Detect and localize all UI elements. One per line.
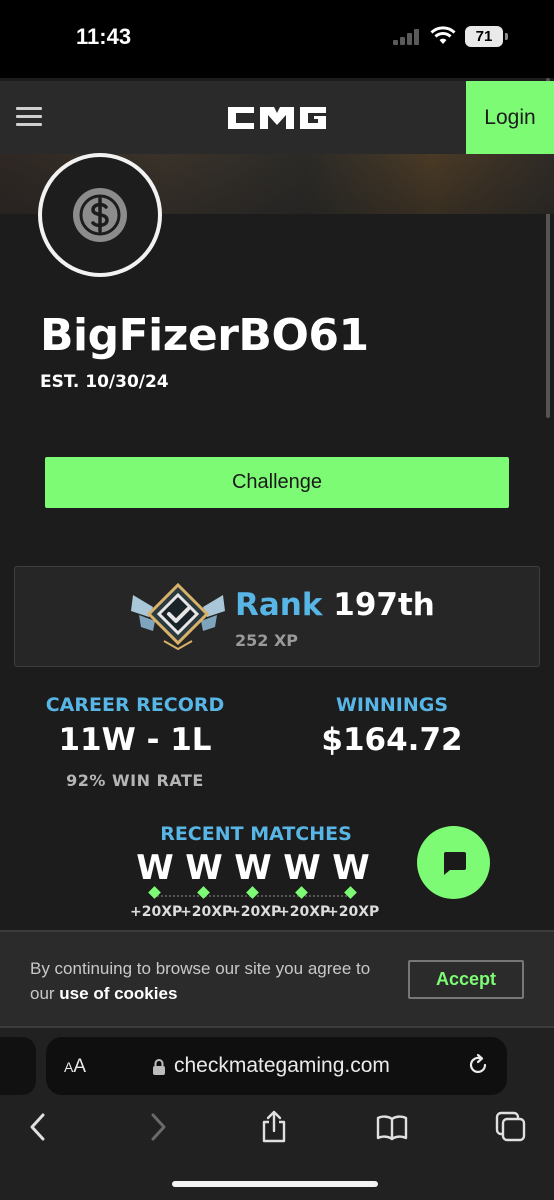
- match-xp: +20XP: [278, 904, 331, 920]
- home-indicator: [172, 1181, 378, 1187]
- challenge-button[interactable]: Challenge: [45, 457, 509, 508]
- reload-icon[interactable]: [466, 1053, 490, 1077]
- match-xp: +20XP: [130, 904, 183, 920]
- win-rate: 92% WIN RATE: [66, 771, 204, 790]
- match-xp: +20XP: [327, 904, 380, 920]
- established-date: EST. 10/30/24: [40, 372, 169, 392]
- match-xp: +20XP: [180, 904, 233, 920]
- chat-icon: [444, 852, 466, 875]
- rank-value: 197th: [333, 587, 435, 623]
- accept-cookies-button[interactable]: Accept: [408, 960, 524, 999]
- match-result: W: [185, 848, 223, 888]
- match-item: W: [179, 848, 229, 899]
- match-item: W: [277, 848, 327, 899]
- career-record-label: CAREER RECORD: [45, 694, 225, 716]
- cellular-signal-icon: [393, 29, 423, 45]
- status-bar: 11:43 71: [0, 0, 554, 78]
- forward-icon[interactable]: [140, 1110, 174, 1144]
- match-result: W: [136, 848, 174, 888]
- status-time: 11:43: [76, 24, 132, 49]
- tabs-icon[interactable]: [494, 1110, 528, 1144]
- rank-title: Rank 197th: [235, 587, 435, 623]
- match-item: W: [130, 848, 180, 899]
- winnings-label: WINNINGS: [335, 694, 449, 716]
- login-button[interactable]: Login: [466, 81, 554, 154]
- chat-button[interactable]: [417, 826, 490, 899]
- winnings-value: $164.72: [321, 722, 463, 758]
- match-result: W: [332, 848, 370, 888]
- cookie-banner: By continuing to browse our site you agr…: [0, 930, 554, 1028]
- wifi-icon: [430, 26, 456, 44]
- rank-xp: 252 XP: [235, 631, 299, 650]
- rank-badge-icon: [131, 582, 225, 651]
- rank-label: Rank: [235, 587, 323, 623]
- match-result: W: [283, 848, 321, 888]
- menu-icon[interactable]: [16, 107, 42, 127]
- dollar-icon: [73, 188, 127, 242]
- rank-card: Rank 197th 252 XP: [14, 566, 540, 667]
- bookmarks-icon[interactable]: [375, 1110, 409, 1144]
- username: BigFizerBO61: [40, 310, 369, 361]
- career-record-value: 11W - 1L: [58, 722, 212, 758]
- match-item: W: [228, 848, 278, 899]
- cookie-policy-link[interactable]: use of cookies: [59, 984, 177, 1003]
- recent-matches-label: RECENT MATCHES: [160, 823, 352, 845]
- previous-tab-preview[interactable]: [0, 1037, 36, 1095]
- back-icon[interactable]: [22, 1110, 56, 1144]
- reader-settings-button[interactable]: AA: [64, 1056, 86, 1078]
- match-result: W: [234, 848, 272, 888]
- match-item: W: [326, 848, 376, 899]
- match-xp: +20XP: [229, 904, 282, 920]
- cmg-logo[interactable]: [226, 105, 328, 131]
- url-text[interactable]: checkmategaming.com: [174, 1054, 390, 1078]
- cookie-message: By continuing to browse our site you agr…: [30, 956, 380, 1006]
- battery-icon: 71: [465, 26, 508, 47]
- avatar: [38, 153, 162, 277]
- lock-icon: [153, 1059, 165, 1075]
- share-icon[interactable]: [257, 1110, 291, 1144]
